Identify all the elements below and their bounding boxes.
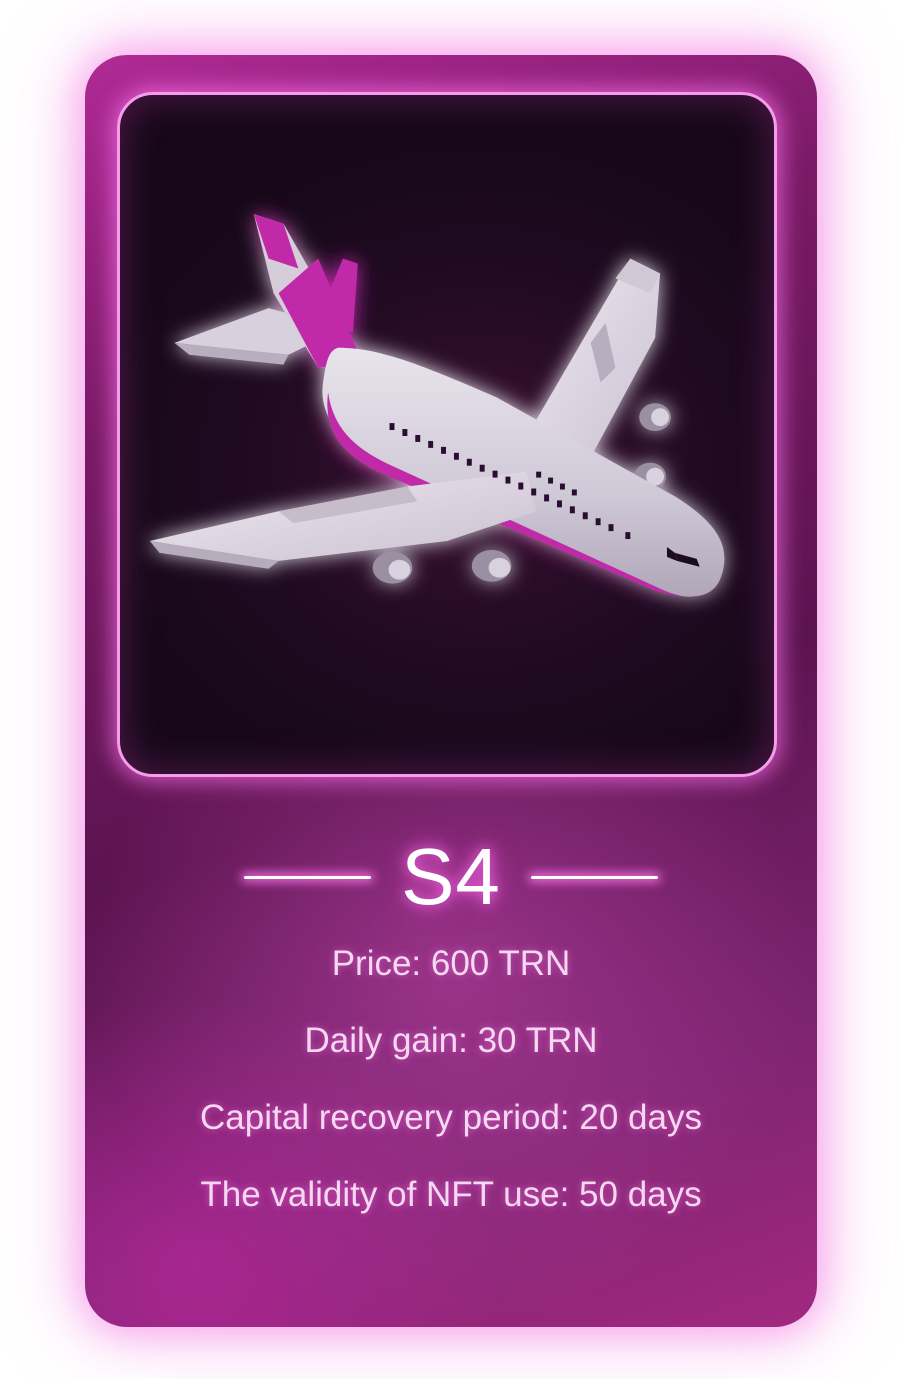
stat-price: Price: 600 TRN (331, 944, 571, 983)
title-row: S4 (85, 832, 817, 922)
nft-artwork-frame (117, 92, 777, 777)
stat-capital-recovery: Capital recovery period: 20 days (200, 1098, 702, 1137)
wing-left (149, 471, 537, 561)
airplane-illustration (149, 214, 725, 597)
title-divider-right (530, 875, 658, 879)
stat-daily-gain: Daily gain: 30 TRN (304, 1021, 598, 1060)
title-divider-left (244, 875, 372, 879)
stat-validity: The validity of NFT use: 50 days (200, 1175, 702, 1214)
stats-list: Price: 600 TRN Daily gain: 30 TRN Capita… (85, 945, 817, 1253)
nft-title: S4 (401, 832, 501, 921)
